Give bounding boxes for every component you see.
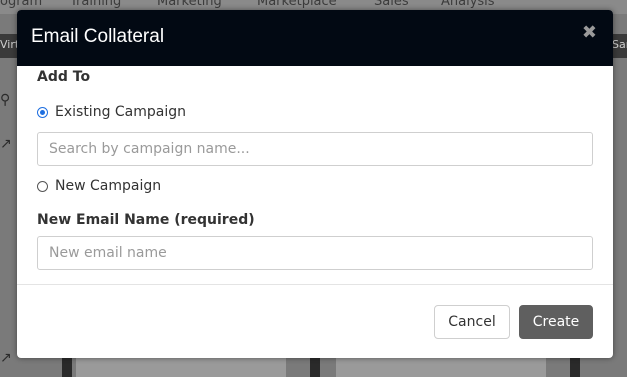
nav-item-marketplace: Marketplace [257, 0, 337, 9]
external-link-icon: ↗ [0, 136, 12, 152]
background-card-image [76, 358, 286, 377]
background-card-edge [310, 358, 320, 377]
nav-item-sales: Sales [374, 0, 409, 9]
modal-header: Email Collateral ✖ [17, 10, 613, 66]
add-to-label: Add To [37, 69, 91, 85]
modal-footer-divider [17, 284, 613, 285]
new-campaign-option[interactable]: New Campaign [37, 176, 161, 196]
cancel-button[interactable]: Cancel [434, 305, 510, 339]
search-icon: ⚲ [0, 92, 11, 108]
existing-campaign-label: Existing Campaign [55, 104, 187, 120]
nav-item-training: Training [70, 0, 122, 9]
external-link-icon: ↗ [0, 350, 12, 366]
existing-campaign-option[interactable]: Existing Campaign [37, 102, 186, 122]
email-name-input[interactable] [37, 236, 593, 270]
new-campaign-label: New Campaign [55, 178, 162, 194]
create-button[interactable]: Create [519, 305, 593, 339]
close-icon[interactable]: ✖ [582, 22, 597, 43]
email-name-label: New Email Name (required) [37, 212, 255, 228]
new-campaign-radio[interactable] [37, 180, 48, 192]
modal-title: Email Collateral [31, 26, 165, 47]
background-card-edge [570, 358, 580, 377]
campaign-search-input[interactable] [37, 132, 593, 166]
background-card-image [336, 358, 546, 377]
background-strip-right-text: Sar [612, 38, 627, 51]
background-card-edge [62, 358, 72, 377]
email-collateral-modal: Email Collateral ✖ Add To Existing Campa… [17, 10, 613, 358]
nav-item-marketing: Marketing [157, 0, 222, 9]
existing-campaign-radio[interactable] [37, 106, 48, 118]
nav-item-analysis: Analysis [441, 0, 495, 9]
nav-item-program: ogram [0, 0, 43, 9]
